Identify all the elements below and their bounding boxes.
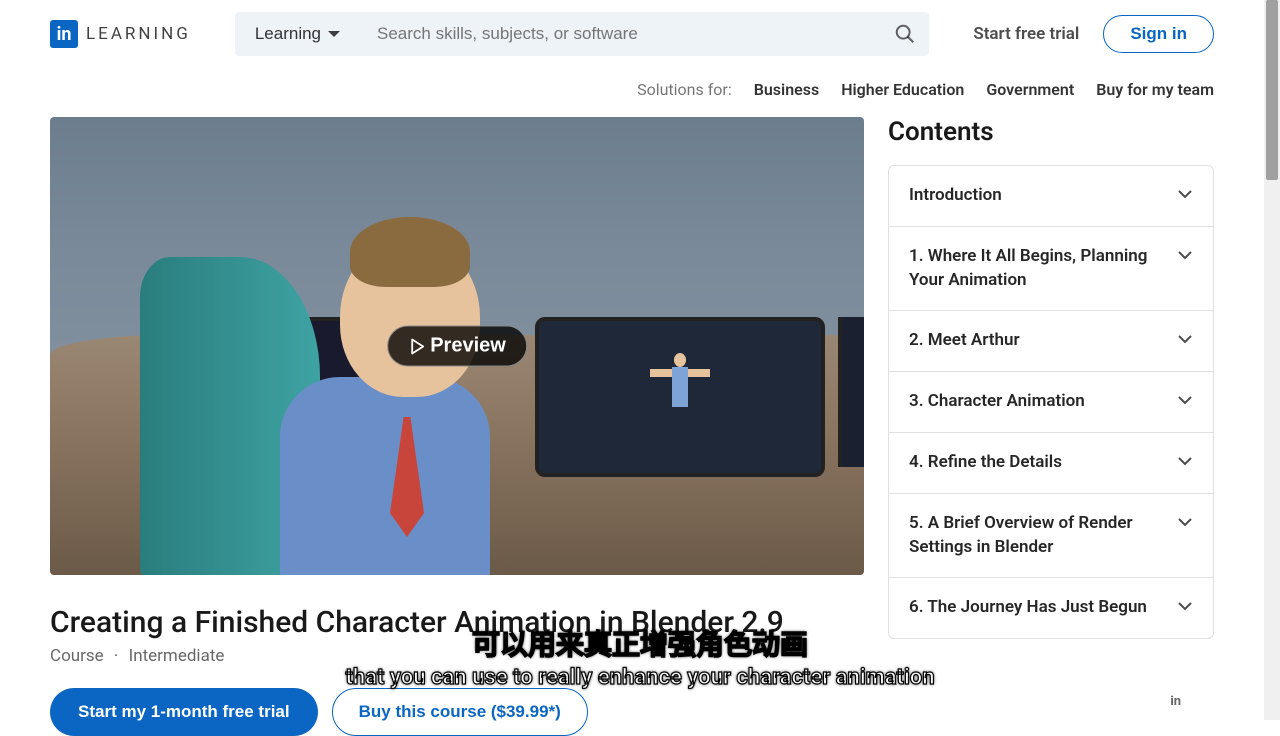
- section-label: 4. Refine the Details: [909, 451, 1165, 475]
- logo[interactable]: in LEARNING: [50, 20, 191, 48]
- section-character-animation[interactable]: 3. Character Animation: [889, 372, 1213, 433]
- nav-buy-for-team[interactable]: Buy for my team: [1096, 80, 1214, 99]
- start-free-trial-link[interactable]: Start free trial: [973, 24, 1079, 44]
- start-trial-button[interactable]: Start my 1-month free trial: [50, 688, 318, 736]
- section-label: Introduction: [909, 184, 1165, 208]
- scrollbar-track[interactable]: [1264, 0, 1280, 720]
- solutions-nav: Solutions for: Business Higher Education…: [0, 68, 1264, 117]
- section-planning[interactable]: 1. Where It All Begins, Planning Your An…: [889, 227, 1213, 312]
- preview-label: Preview: [430, 335, 506, 358]
- section-label: 5. A Brief Overview of Render Settings i…: [909, 512, 1165, 560]
- section-render-settings[interactable]: 5. A Brief Overview of Render Settings i…: [889, 494, 1213, 579]
- chevron-down-icon: [1177, 247, 1193, 263]
- section-journey-begun[interactable]: 6. The Journey Has Just Begun: [889, 578, 1213, 638]
- course-level: Intermediate: [129, 646, 225, 666]
- video-preview[interactable]: Preview: [50, 117, 864, 575]
- chevron-down-icon: [1177, 392, 1193, 408]
- chevron-down-icon: [1177, 598, 1193, 614]
- course-type: Course: [50, 646, 104, 666]
- section-introduction[interactable]: Introduction: [889, 166, 1213, 227]
- chevron-down-icon: [1177, 331, 1193, 347]
- search-icon: [894, 23, 916, 45]
- nav-business[interactable]: Business: [754, 80, 819, 99]
- course-title: Creating a Finished Character Animation …: [50, 605, 864, 640]
- separator: ·: [114, 646, 118, 666]
- section-meet-arthur[interactable]: 2. Meet Arthur: [889, 311, 1213, 372]
- nav-government[interactable]: Government: [986, 80, 1074, 99]
- scene-character-body: [280, 377, 490, 575]
- section-refine-details[interactable]: 4. Refine the Details: [889, 433, 1213, 494]
- chevron-down-icon: [1177, 186, 1193, 202]
- dropdown-label: Learning: [255, 24, 321, 44]
- course-meta: Course · Intermediate: [50, 646, 864, 666]
- section-label: 6. The Journey Has Just Begun: [909, 596, 1165, 620]
- scene-tpose-figure: [650, 347, 710, 427]
- chevron-down-icon: [1177, 453, 1193, 469]
- scene-monitor: [838, 317, 864, 467]
- scene-character-hair: [350, 217, 470, 287]
- buy-course-button[interactable]: Buy this course ($39.99*): [332, 688, 588, 736]
- solutions-label: Solutions for:: [637, 80, 732, 99]
- search-input[interactable]: [361, 12, 881, 56]
- section-label: 2. Meet Arthur: [909, 329, 1165, 353]
- nav-higher-education[interactable]: Higher Education: [841, 80, 964, 99]
- brand-text: LEARNING: [86, 24, 191, 44]
- sign-in-button[interactable]: Sign in: [1103, 15, 1214, 53]
- play-icon: [408, 337, 426, 355]
- contents-heading: Contents: [888, 117, 1214, 147]
- caret-down-icon: [327, 29, 341, 39]
- scrollbar-thumb[interactable]: [1266, 0, 1278, 180]
- section-label: 3. Character Animation: [909, 390, 1165, 414]
- preview-button[interactable]: Preview: [387, 326, 527, 367]
- category-dropdown[interactable]: Learning: [235, 12, 361, 56]
- section-label: 1. Where It All Begins, Planning Your An…: [909, 245, 1165, 293]
- contents-accordion: Introduction 1. Where It All Begins, Pla…: [888, 165, 1214, 639]
- search-group: Learning: [235, 12, 929, 56]
- linkedin-logo-icon: in: [50, 20, 78, 48]
- chevron-down-icon: [1177, 514, 1193, 530]
- search-button[interactable]: [881, 12, 929, 56]
